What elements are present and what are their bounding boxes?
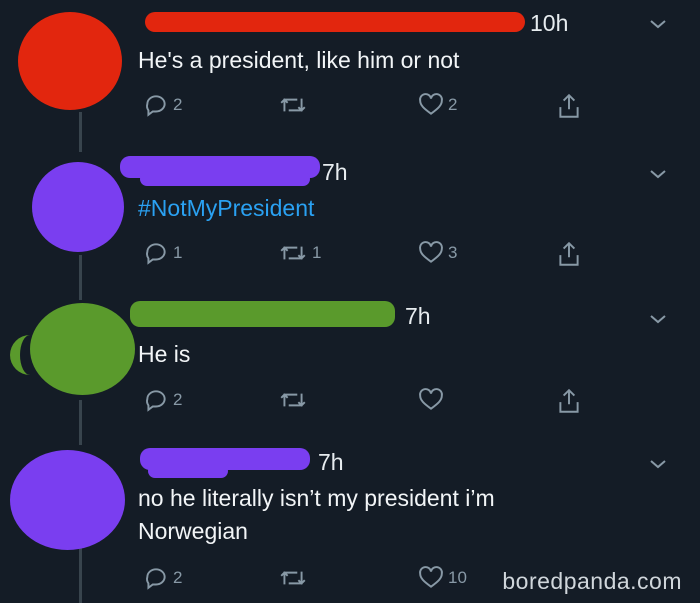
avatar[interactable] [18, 12, 122, 110]
reply-icon [146, 568, 166, 590]
reply-button[interactable]: 2 [143, 387, 182, 413]
tweet-text-line: no he literally isn’t my president i’m [138, 485, 495, 511]
tweet[interactable]: 7h He is 2 [0, 295, 700, 440]
chevron-down-icon[interactable] [648, 454, 668, 474]
tweet-text: no he literally isn’t my president i’m N… [138, 482, 658, 548]
reply-button[interactable]: 2 [143, 565, 182, 591]
author-name-redacted[interactable] [130, 301, 395, 327]
chevron-down-icon[interactable] [648, 309, 668, 329]
watermark: boredpanda.com [502, 568, 682, 594]
reply-icon [146, 95, 166, 117]
tweet[interactable]: 7h #NotMyPresident 1 1 3 [0, 150, 700, 290]
avatar[interactable] [32, 162, 124, 252]
tweet-actions: 2 [138, 387, 598, 417]
reply-button[interactable]: 2 [143, 92, 182, 118]
retweet-icon [280, 98, 306, 112]
like-button[interactable] [418, 387, 448, 413]
like-icon [419, 241, 443, 263]
like-count: 2 [448, 95, 458, 114]
share-icon [559, 93, 579, 118]
like-icon [419, 388, 443, 410]
like-icon [419, 566, 443, 588]
like-icon [419, 93, 443, 115]
like-count: 10 [448, 568, 467, 587]
retweet-icon [280, 393, 306, 407]
avatar[interactable] [10, 450, 125, 550]
timestamp[interactable]: 7h [405, 303, 431, 330]
retweet-count: 1 [312, 243, 322, 262]
reply-button[interactable]: 1 [143, 240, 182, 266]
timestamp[interactable]: 7h [322, 159, 348, 186]
retweet-button[interactable] [278, 565, 312, 591]
timestamp[interactable]: 7h [318, 449, 344, 476]
tweet-hashtag-link[interactable]: #NotMyPresident [138, 192, 658, 225]
chevron-down-icon[interactable] [648, 14, 668, 34]
reply-icon [146, 243, 166, 265]
reply-count: 2 [173, 95, 183, 114]
tweet[interactable]: 10h He's a president, like him or not 2 … [0, 0, 700, 150]
retweet-button[interactable] [278, 387, 312, 413]
tweet-text: He is [138, 341, 191, 367]
share-button[interactable] [556, 92, 582, 120]
like-button[interactable]: 3 [418, 240, 457, 266]
timestamp[interactable]: 10h [530, 10, 568, 37]
retweet-icon [280, 571, 306, 585]
reply-count: 1 [173, 243, 183, 262]
share-icon [559, 241, 579, 266]
tweet-text-line: Norwegian [138, 518, 248, 544]
retweet-button[interactable]: 1 [278, 240, 321, 266]
like-count: 3 [448, 243, 458, 262]
reply-count: 2 [173, 390, 183, 409]
retweet-icon [280, 246, 306, 260]
author-name-redacted[interactable] [145, 12, 525, 32]
reply-icon [146, 390, 166, 412]
avatar-scribble-tail [10, 335, 50, 375]
share-button[interactable] [556, 240, 582, 268]
like-button[interactable]: 10 [418, 565, 467, 591]
tweet-text: He's a president, like him or not [138, 47, 460, 73]
tweet-actions: 2 2 [138, 92, 598, 122]
share-icon [559, 388, 579, 413]
author-name-redacted [148, 464, 228, 478]
reply-count: 2 [173, 568, 183, 587]
retweet-button[interactable] [278, 92, 312, 118]
share-button[interactable] [556, 387, 582, 415]
chevron-down-icon[interactable] [648, 164, 668, 184]
like-button[interactable]: 2 [418, 92, 457, 118]
tweet-actions: 1 1 3 [138, 240, 598, 270]
author-name-redacted [140, 172, 310, 186]
